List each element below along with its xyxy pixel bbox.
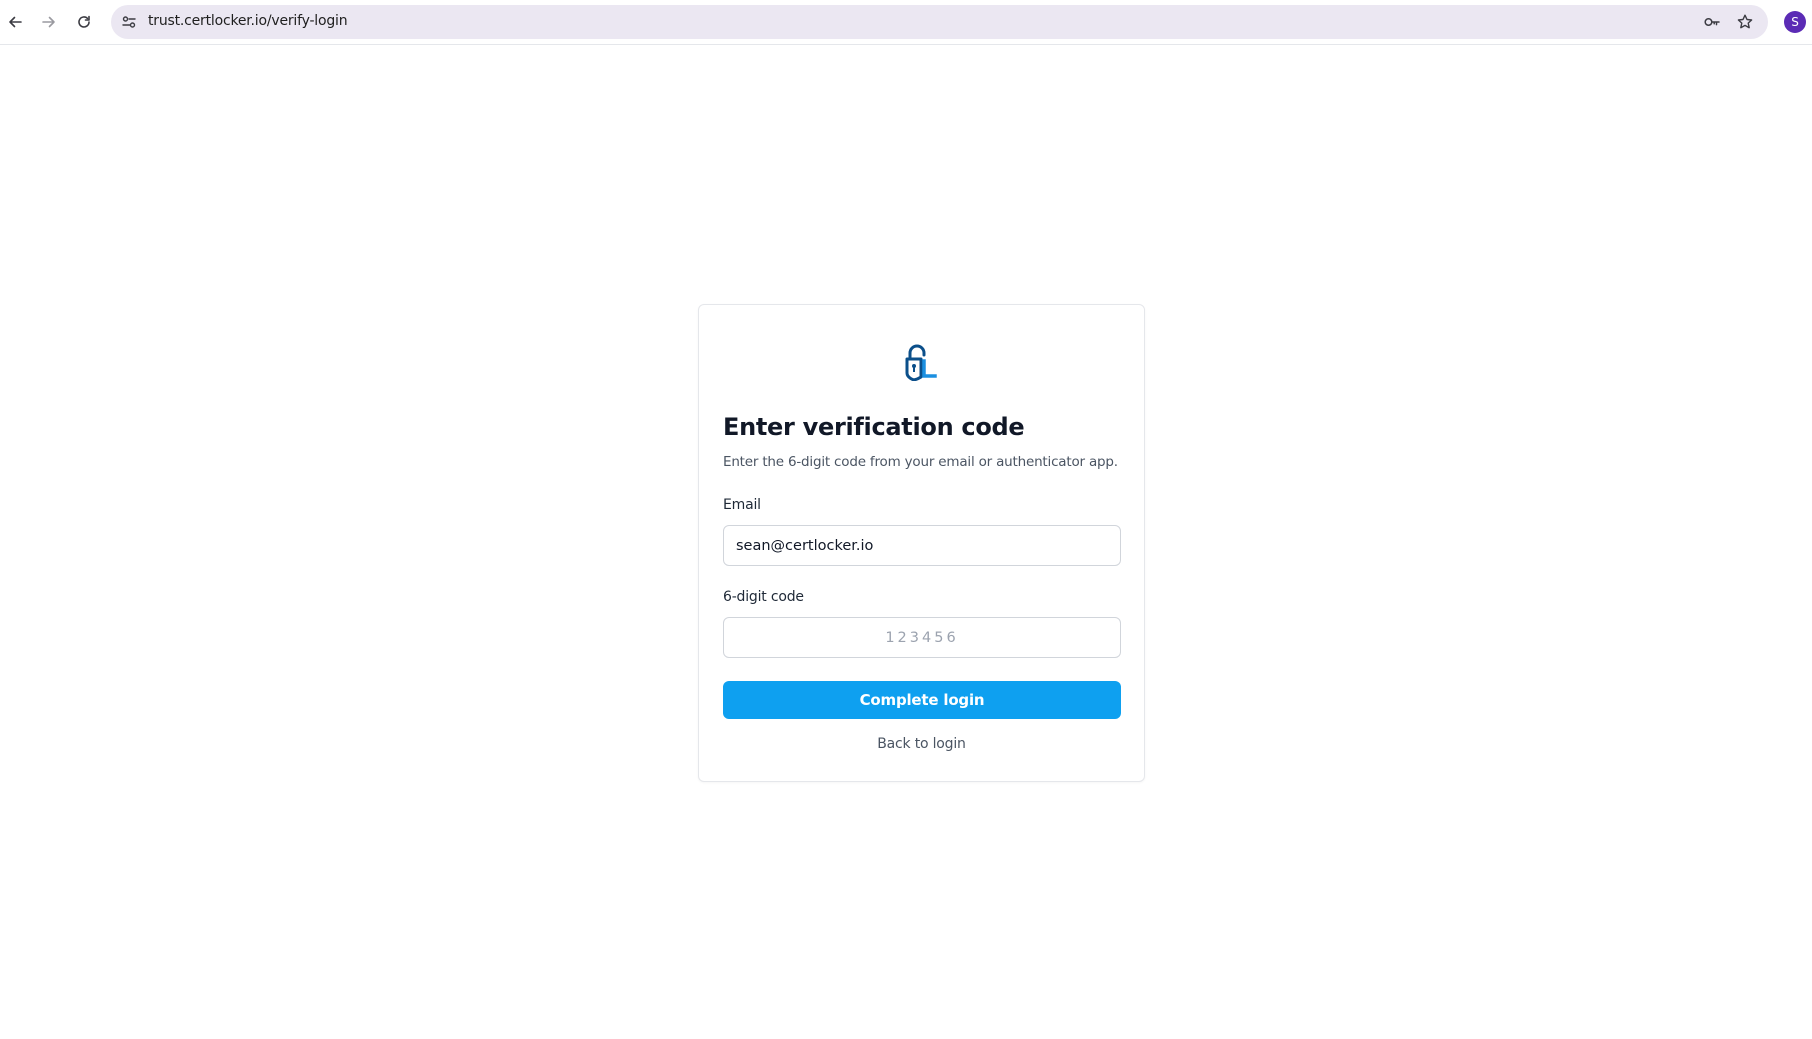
- address-bar[interactable]: trust.certlocker.io/verify-login: [111, 5, 1768, 39]
- bookmark-star-icon[interactable]: [1735, 12, 1755, 32]
- complete-login-button[interactable]: Complete login: [723, 681, 1121, 719]
- certlocker-logo-icon: [905, 344, 937, 381]
- arrow-left-icon: [9, 16, 22, 28]
- verification-code-input[interactable]: [723, 617, 1121, 658]
- reload-button[interactable]: [69, 7, 99, 37]
- back-button[interactable]: [0, 7, 30, 37]
- arrow-right-icon: [42, 16, 55, 28]
- page-title: Enter verification code: [723, 413, 1025, 441]
- avatar-initial: S: [1791, 15, 1799, 29]
- profile-avatar[interactable]: S: [1784, 11, 1806, 33]
- email-label: Email: [723, 497, 761, 513]
- page-subtitle: Enter the 6-digit code from your email o…: [723, 454, 1118, 470]
- reload-icon: [78, 15, 90, 28]
- password-key-icon[interactable]: [1702, 12, 1722, 32]
- forward-button[interactable]: [34, 7, 64, 37]
- verify-login-card: Enter verification code Enter the 6-digi…: [698, 304, 1145, 782]
- browser-toolbar: trust.certlocker.io/verify-login S: [0, 0, 1812, 45]
- site-info-icon[interactable]: [119, 12, 139, 32]
- url-text[interactable]: trust.certlocker.io/verify-login: [148, 13, 348, 29]
- code-label: 6-digit code: [723, 589, 804, 605]
- email-field[interactable]: [723, 525, 1121, 566]
- back-to-login-link[interactable]: Back to login: [699, 736, 1144, 752]
